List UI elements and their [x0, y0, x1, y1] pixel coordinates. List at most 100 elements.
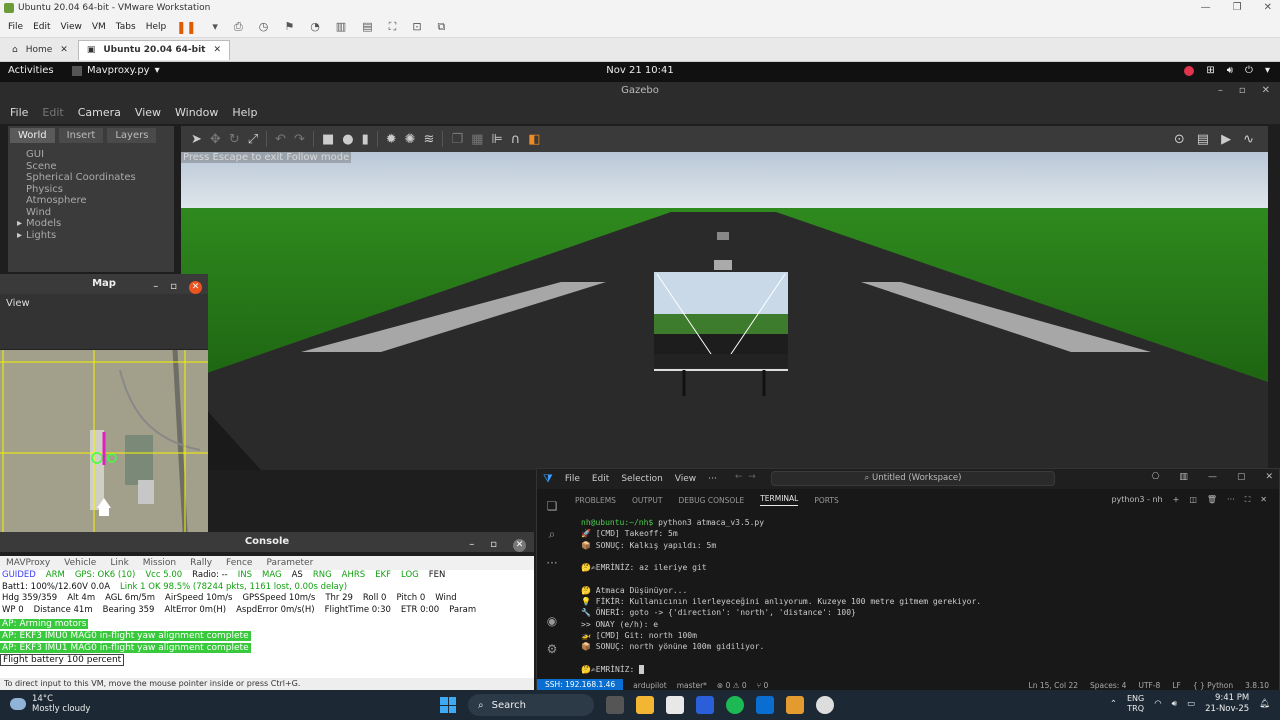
chrome-icon[interactable]	[816, 696, 834, 714]
minimize-icon[interactable]: –	[1218, 82, 1223, 100]
vmware-taskbar-icon[interactable]	[786, 696, 804, 714]
point-light-icon[interactable]: ✹	[386, 132, 397, 147]
align-icon[interactable]: ⊫	[491, 132, 502, 147]
task-view-icon[interactable]	[606, 696, 624, 714]
tab-close-icon[interactable]: ✕	[213, 45, 221, 55]
snapshot-icon[interactable]: ◷	[259, 20, 269, 33]
screenshot-icon[interactable]: ⊙	[1174, 132, 1185, 147]
record-video-icon[interactable]: ▶	[1221, 132, 1231, 147]
network-icon[interactable]: ⊞	[1206, 65, 1214, 76]
redo-icon[interactable]: ↷	[294, 132, 305, 147]
taskbar-search[interactable]: ⌕ Search	[468, 694, 594, 716]
language-indicator[interactable]: ENG TRQ	[1127, 694, 1144, 714]
box-shape-icon[interactable]: ■	[322, 132, 334, 147]
console-menu-mission[interactable]: Mission	[143, 558, 176, 568]
tab-close-icon[interactable]: ✕	[60, 45, 68, 55]
store-icon[interactable]	[666, 696, 684, 714]
terminal-selector[interactable]: python3 - nh	[1111, 495, 1162, 505]
add-terminal-icon[interactable]: +	[1173, 495, 1180, 505]
minimize-icon[interactable]: –	[469, 535, 474, 555]
console-view-icon[interactable]: ⊡	[412, 20, 421, 33]
encoding[interactable]: UTF-8	[1138, 681, 1160, 690]
log-icon[interactable]: ▤	[1197, 132, 1209, 147]
rotate-icon[interactable]: ↻	[229, 132, 240, 147]
vscode-taskbar-icon[interactable]	[756, 696, 774, 714]
map-menu-view[interactable]: View	[6, 298, 30, 309]
indentation[interactable]: Spaces: 4	[1090, 681, 1126, 690]
undo-icon[interactable]: ↶	[275, 132, 286, 147]
maximize-icon[interactable]: ❐	[1233, 0, 1242, 16]
vs-menu-view[interactable]: View	[675, 474, 696, 484]
close-panel-icon[interactable]: ✕	[1260, 495, 1267, 505]
dropdown-icon[interactable]: ▾	[212, 20, 218, 33]
security-icon[interactable]	[696, 696, 714, 714]
vs-menu-more[interactable]: ···	[708, 474, 717, 484]
console-menu-link[interactable]: Link	[110, 558, 128, 568]
gz-menu-edit[interactable]: Edit	[42, 106, 63, 119]
console-menu-rally[interactable]: Rally	[190, 558, 212, 568]
satellite-map[interactable]	[0, 350, 208, 548]
app-menu[interactable]: Mavproxy.py ▾	[72, 65, 160, 76]
explorer-icon[interactable]: ❏	[547, 499, 558, 513]
terminal-output[interactable]: nh@ubuntu:~/nh$ python3 atmaca_v3.5.py 🚀…	[581, 517, 1271, 679]
nav-back-forward-icon[interactable]: ← →	[735, 472, 756, 482]
vm-menu-view[interactable]: View	[61, 22, 82, 32]
maximize-panel-icon[interactable]: ⛶	[1245, 495, 1251, 505]
gz-menu-camera[interactable]: Camera	[78, 106, 121, 119]
file-explorer-icon[interactable]	[636, 696, 654, 714]
tab-debug-console[interactable]: DEBUG CONSOLE	[679, 496, 745, 505]
close-icon[interactable]: ✕	[1265, 472, 1273, 482]
spotify-icon[interactable]	[726, 696, 744, 714]
trash-icon[interactable]: 🗑︎	[1207, 495, 1217, 505]
maximize-icon[interactable]: ▢	[1237, 472, 1246, 482]
console-menu-parameter[interactable]: Parameter	[266, 558, 313, 568]
plot-icon[interactable]: ∿	[1243, 132, 1254, 147]
problems-indicator[interactable]: ⊗ 0 ⚠ 0	[717, 681, 747, 690]
activities-button[interactable]: Activities	[8, 65, 54, 76]
vs-menu-edit[interactable]: Edit	[592, 474, 609, 484]
vm-menu-tabs[interactable]: Tabs	[116, 22, 136, 32]
taskbar-clock[interactable]: 9:41 PM 21-Nov-25	[1205, 693, 1249, 715]
pause-icon[interactable]: ❚❚	[176, 20, 196, 34]
change-view-icon[interactable]: ◧	[528, 132, 540, 147]
send-keys-icon[interactable]: ⎙	[234, 20, 243, 34]
account-icon[interactable]: ◉	[547, 614, 557, 628]
fullscreen-icon[interactable]: ⛶	[389, 20, 397, 34]
select-arrow-icon[interactable]: ➤	[191, 132, 202, 147]
translate-icon[interactable]: ✥	[210, 132, 221, 147]
wifi-icon[interactable]: ◠	[1154, 699, 1161, 709]
snap-icon[interactable]: ∩	[511, 132, 521, 147]
vs-menu-selection[interactable]: Selection	[621, 474, 662, 484]
revert-snapshot-icon[interactable]: ⚑	[284, 20, 294, 33]
repo-indicator[interactable]: ardupilot	[633, 681, 667, 690]
vm-menu-help[interactable]: Help	[146, 22, 167, 32]
clock[interactable]: Nov 21 10:41	[0, 65, 1280, 76]
console-menu-mavproxy[interactable]: MAVProxy	[6, 558, 50, 568]
close-icon[interactable]: ✕	[189, 280, 202, 294]
copy-icon[interactable]: ❐	[451, 132, 463, 147]
console-menu-fence[interactable]: Fence	[226, 558, 252, 568]
console-menu-vehicle[interactable]: Vehicle	[64, 558, 96, 568]
chevron-down-icon[interactable]: ▾	[1265, 65, 1270, 76]
thumbnail-icon[interactable]: ▤	[362, 20, 372, 33]
tree-item-models[interactable]: Models	[26, 218, 174, 230]
directional-light-icon[interactable]: ≋	[424, 132, 435, 147]
weather-widget[interactable]: 14°C Mostly cloudy	[10, 694, 90, 714]
cursor-position[interactable]: Ln 15, Col 22	[1029, 681, 1078, 690]
tab-ubuntu[interactable]: ▣ Ubuntu 20.04 64-bit ✕	[77, 39, 231, 60]
maximize-icon[interactable]: ▫	[490, 535, 497, 555]
minimize-icon[interactable]: —	[1201, 0, 1211, 16]
tree-item-wind[interactable]: Wind	[26, 207, 174, 219]
gz-menu-help[interactable]: Help	[232, 106, 257, 119]
vm-menu-file[interactable]: File	[8, 22, 23, 32]
snapshot-manager-icon[interactable]: ◔	[310, 20, 320, 33]
tab-layers[interactable]: Layers	[107, 128, 157, 143]
tab-insert[interactable]: Insert	[58, 128, 104, 143]
gz-menu-view[interactable]: View	[135, 106, 161, 119]
tab-terminal[interactable]: TERMINAL	[760, 494, 799, 506]
volume-icon[interactable]: 🔊︎	[1227, 65, 1233, 76]
tree-item-spherical[interactable]: Spherical Coordinates	[26, 172, 174, 184]
copilot-icon[interactable]: ⎔	[1152, 472, 1160, 482]
stretch-icon[interactable]: ⧉	[438, 20, 446, 34]
eol[interactable]: LF	[1172, 681, 1181, 690]
